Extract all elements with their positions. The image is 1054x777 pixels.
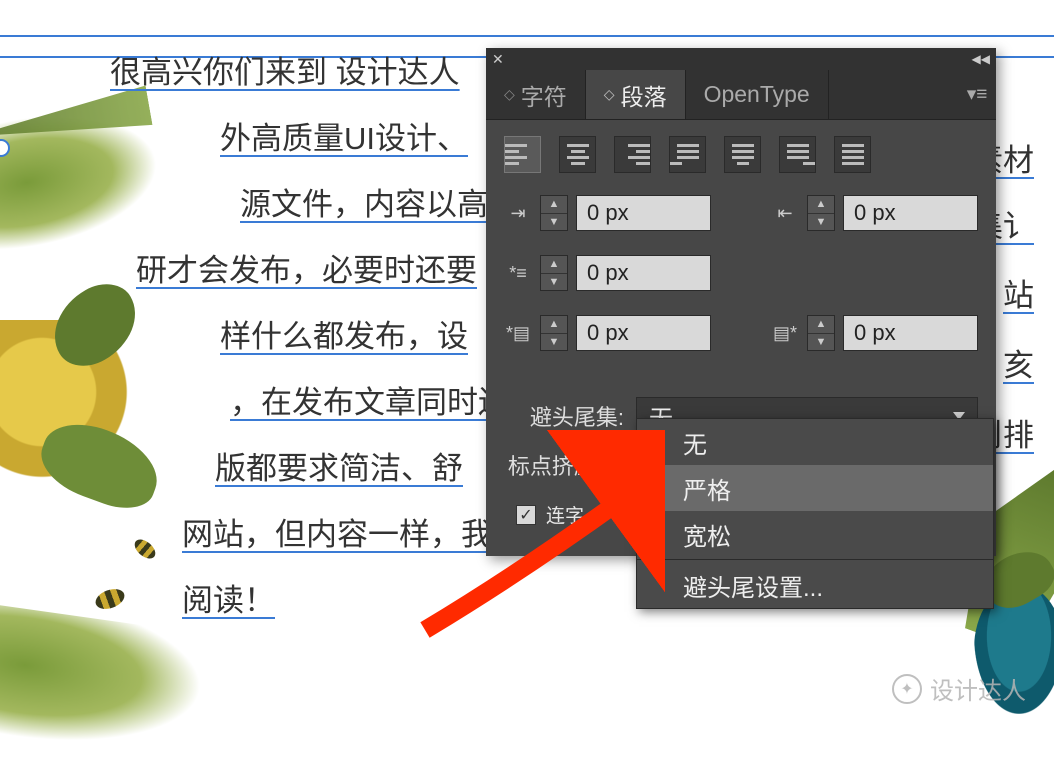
watermark-text: 设计达人 xyxy=(930,671,1026,706)
space-before-field: *▤ ▲▼ 0 px xyxy=(504,315,711,351)
tab-caret-icon: ◇ xyxy=(604,86,615,103)
selection-handle[interactable] xyxy=(0,139,10,157)
space-before-icon: *▤ xyxy=(504,323,532,344)
tab-opentype[interactable]: OpenType xyxy=(686,70,829,119)
indent-left-icon: ⇥ xyxy=(504,203,532,224)
ligatures-label: 连字 xyxy=(546,501,584,528)
space-after-field: ▤* ▲▼ 0 px xyxy=(771,315,978,351)
indent-left-field: ⇥ ▲▼ 0 px xyxy=(504,195,711,231)
menu-separator xyxy=(637,559,993,560)
wechat-icon: ✦ xyxy=(892,674,922,704)
indent-right-icon: ⇤ xyxy=(771,203,799,224)
tab-label: 字符 xyxy=(521,78,567,112)
first-line-indent-field: *≡ ▲▼ 0 px xyxy=(504,255,711,291)
close-icon[interactable]: ✕ xyxy=(492,51,504,68)
indent-left-value[interactable]: 0 px xyxy=(576,195,711,231)
kinsoku-option-none[interactable]: 无 xyxy=(637,419,993,465)
text-line[interactable]: 亥 xyxy=(1003,348,1034,384)
justify-last-right-button[interactable] xyxy=(779,136,816,173)
first-line-indent-value[interactable]: 0 px xyxy=(576,255,711,291)
alignment-row xyxy=(486,120,996,195)
panel-tabs: ◇ 字符 ◇ 段落 OpenType ▾≡ xyxy=(486,70,996,120)
kinsoku-option-strict[interactable]: 严格 xyxy=(637,465,993,511)
tab-label: OpenType xyxy=(704,81,810,108)
stepper[interactable]: ▲▼ xyxy=(540,315,568,351)
first-line-indent-icon: *≡ xyxy=(504,263,532,284)
kinsoku-option-settings[interactable]: 避头尾设置... xyxy=(637,562,993,608)
watermark: ✦ 设计达人 xyxy=(892,671,1026,706)
tab-label: 段落 xyxy=(621,78,667,112)
tab-character[interactable]: ◇ 字符 xyxy=(486,70,586,119)
selection-guide-top xyxy=(0,35,1054,37)
justify-last-left-button[interactable] xyxy=(669,136,706,173)
kinsoku-label: 避头尾集: xyxy=(504,400,624,432)
panel-header[interactable]: ✕ ◀◀ xyxy=(486,48,996,70)
stepper[interactable]: ▲▼ xyxy=(807,195,835,231)
kinsoku-dropdown: 无 严格 宽松 避头尾设置... xyxy=(636,418,994,609)
justify-last-center-button[interactable] xyxy=(724,136,761,173)
align-center-button[interactable] xyxy=(559,136,596,173)
mojikumi-label: 标点挤压集: xyxy=(504,449,624,481)
stepper[interactable]: ▲▼ xyxy=(540,195,568,231)
align-right-button[interactable] xyxy=(614,136,651,173)
tab-caret-icon: ◇ xyxy=(504,86,515,103)
stepper[interactable]: ▲▼ xyxy=(540,255,568,291)
stepper[interactable]: ▲▼ xyxy=(807,315,835,351)
space-after-value[interactable]: 0 px xyxy=(843,315,978,351)
justify-all-button[interactable] xyxy=(834,136,871,173)
align-left-button[interactable] xyxy=(504,136,541,173)
indent-right-field: ⇤ ▲▼ 0 px xyxy=(771,195,978,231)
text-line[interactable]: 站 xyxy=(1003,278,1034,314)
checkbox-icon: ✓ xyxy=(516,505,536,525)
space-after-icon: ▤* xyxy=(771,323,799,344)
collapse-icon[interactable]: ◀◀ xyxy=(972,52,990,66)
space-before-value[interactable]: 0 px xyxy=(576,315,711,351)
panel-menu-icon[interactable]: ▾≡ xyxy=(958,70,996,119)
tab-paragraph[interactable]: ◇ 段落 xyxy=(586,70,686,119)
kinsoku-option-loose[interactable]: 宽松 xyxy=(637,511,993,557)
indent-right-value[interactable]: 0 px xyxy=(843,195,978,231)
